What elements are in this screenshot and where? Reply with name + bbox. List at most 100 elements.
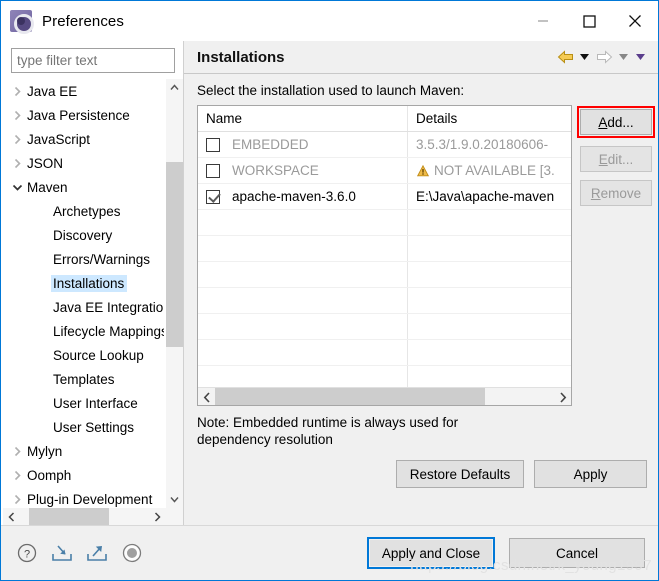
sidebar-item-java-persistence[interactable]: Java Persistence (3, 103, 166, 127)
sidebar-item-source-lookup[interactable]: Source Lookup (3, 343, 166, 367)
tree-scroll-thumb[interactable] (166, 162, 183, 347)
chevron-right-icon[interactable] (9, 103, 25, 127)
sidebar-item-label: Mylyn (27, 443, 63, 459)
sidebar-item-json[interactable]: JSON (3, 151, 166, 175)
toggle-circle-icon[interactable] (120, 541, 144, 565)
scroll-left-icon[interactable] (198, 388, 215, 405)
column-header-name[interactable]: Name (198, 106, 408, 131)
page-body: Select the installation used to launch M… (184, 74, 658, 525)
scroll-left-icon[interactable] (3, 508, 20, 525)
add-button[interactable]: Add... (580, 109, 652, 135)
sidebar-item-archetypes[interactable]: Archetypes (3, 199, 166, 223)
sidebar-item-plug-in-development[interactable]: Plug-in Development (3, 487, 166, 508)
row-checkbox[interactable] (206, 163, 220, 178)
close-icon[interactable] (612, 1, 658, 41)
cell-name: WORKSPACE (198, 158, 408, 183)
sidebar-item-installations[interactable]: Installations (3, 271, 166, 295)
filter-wrap (1, 48, 183, 79)
sidebar-item-label: Discovery (53, 227, 113, 243)
chevron-right-icon[interactable] (9, 463, 25, 487)
installation-name: WORKSPACE (232, 163, 319, 178)
table-empty-row (198, 262, 571, 288)
maximize-icon[interactable] (566, 1, 612, 41)
note-label: Note: Embedded runtime is always used fo… (197, 415, 459, 447)
table-horizontal-scrollbar[interactable] (198, 387, 571, 405)
row-checkbox[interactable] (206, 189, 220, 204)
export-preferences-icon[interactable] (85, 541, 109, 565)
minimize-icon[interactable] (520, 1, 566, 41)
apply-and-close-focus-ring: Apply and Close (367, 537, 495, 569)
footer-icons: ? (15, 541, 367, 565)
sidebar-item-label: Lifecycle Mappings (53, 323, 164, 339)
sidebar-item-label: Java Persistence (27, 107, 130, 123)
table-hscroll-thumb[interactable] (215, 388, 485, 405)
row-checkbox[interactable] (206, 137, 220, 152)
chevron-right-icon[interactable] (9, 487, 25, 508)
sidebar-item-java-ee-integration[interactable]: Java EE Integration (3, 295, 166, 319)
edit-label: Edit... (598, 151, 634, 167)
chevron-right-icon[interactable] (9, 79, 25, 103)
sidebar-item-label: JavaScript (27, 131, 91, 147)
apply-and-close-button[interactable]: Apply and Close (369, 539, 493, 567)
search-input[interactable] (11, 48, 175, 73)
table-header: Name Details (198, 106, 571, 132)
tree-horizontal-scrollbar[interactable] (3, 508, 183, 525)
dialog-footer: ? Apply and Close Cancel https://blog.cs… (1, 525, 658, 580)
chevron-right-icon[interactable] (9, 127, 25, 151)
sidebar-item-errors-warnings[interactable]: Errors/Warnings (3, 247, 166, 271)
table-row[interactable]: apache-maven-3.6.0 E:\Java\apache-maven (198, 184, 571, 210)
scroll-up-icon[interactable] (166, 79, 183, 96)
back-arrow-icon[interactable] (555, 46, 575, 68)
table-row[interactable]: EMBEDDED 3.5.3/1.9.0.20180606- (198, 132, 571, 158)
scroll-right-icon[interactable] (554, 388, 571, 405)
sidebar-item-mylyn[interactable]: Mylyn (3, 439, 166, 463)
restore-defaults-button[interactable]: Restore Defaults (396, 460, 524, 488)
tree-vertical-scrollbar[interactable] (166, 79, 183, 508)
restore-defaults-label: Restore Defaults (409, 466, 511, 482)
forward-arrow-icon (594, 46, 614, 68)
back-dropdown-icon[interactable] (577, 46, 592, 68)
installations-area: Name Details EMBEDDED 3.5.3/1.9.0.2018060… (197, 105, 655, 406)
table-row[interactable]: WORKSPACE NOT AVAILABLE [3. (198, 158, 571, 184)
installation-name: apache-maven-3.6.0 (232, 189, 356, 204)
chevron-right-icon[interactable] (9, 151, 25, 175)
installations-table[interactable]: Name Details EMBEDDED 3.5.3/1.9.0.2018060… (197, 105, 572, 406)
title-bar: Preferences (1, 1, 658, 41)
cell-details: NOT AVAILABLE [3. (408, 158, 571, 183)
apply-button[interactable]: Apply (534, 460, 647, 488)
sidebar-item-user-interface[interactable]: User Interface (3, 391, 166, 415)
window-title: Preferences (42, 12, 124, 30)
sidebar-item-lifecycle-mappings[interactable]: Lifecycle Mappings (3, 319, 166, 343)
sidebar-item-javascript[interactable]: JavaScript (3, 127, 166, 151)
preferences-gear-icon (10, 10, 34, 34)
column-header-details[interactable]: Details (408, 106, 571, 131)
preferences-tree[interactable]: Java EE Java Persistence JavaScript JSON Mav… (1, 79, 166, 508)
sidebar-item-user-settings[interactable]: User Settings (3, 415, 166, 439)
sidebar-item-discovery[interactable]: Discovery (3, 223, 166, 247)
cancel-button[interactable]: Cancel (509, 538, 645, 568)
remove-label: Remove (590, 185, 642, 201)
chevron-right-icon[interactable] (9, 439, 25, 463)
sidebar-item-java-ee[interactable]: Java EE (3, 79, 166, 103)
scroll-down-icon[interactable] (166, 491, 183, 508)
help-question-icon[interactable]: ? (15, 541, 39, 565)
view-menu-dropdown-icon[interactable] (633, 46, 648, 68)
tree-hscroll-thumb[interactable] (29, 508, 109, 525)
forward-dropdown-icon (616, 46, 631, 68)
sidebar-item-templates[interactable]: Templates (3, 367, 166, 391)
installation-details: E:\Java\apache-maven (416, 189, 555, 204)
chevron-down-icon[interactable] (9, 175, 25, 199)
add-label: Add... (598, 114, 634, 130)
table-empty-row (198, 314, 571, 340)
table-empty-row (198, 236, 571, 262)
scroll-right-icon[interactable] (149, 508, 166, 525)
sidebar-item-maven[interactable]: Maven (3, 175, 166, 199)
import-preferences-icon[interactable] (50, 541, 74, 565)
sidebar-item-oomph[interactable]: Oomph (3, 463, 166, 487)
